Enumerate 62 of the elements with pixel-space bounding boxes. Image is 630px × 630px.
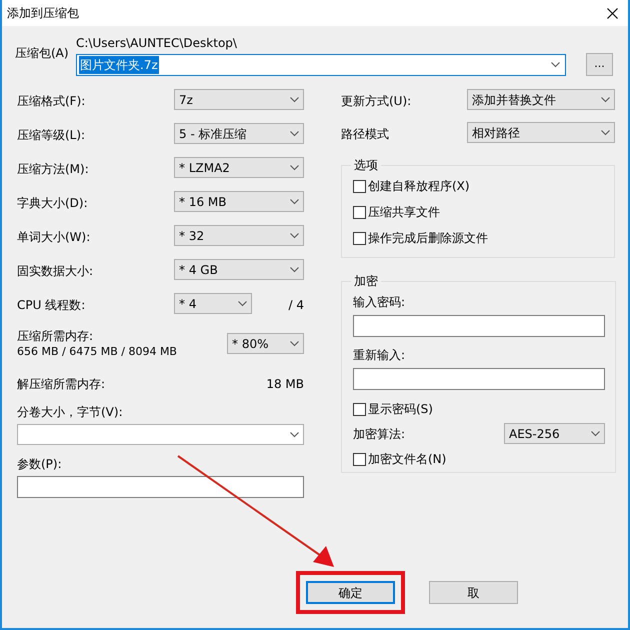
memory-usage: 656 MB / 6475 MB / 8094 MB — [17, 344, 177, 359]
dialog-button[interactable]: 确定 — [306, 581, 395, 604]
setting-label: CPU 线程数: — [17, 297, 86, 314]
dropdown[interactable]: 添加并替换文件 — [467, 89, 615, 110]
parameters-label: 参数(P): — [17, 456, 63, 473]
dropdown[interactable] — [17, 424, 304, 445]
checkbox[interactable]: 创建自释放程序(X) — [353, 176, 614, 196]
archive-label: 压缩包(A) — [15, 45, 70, 62]
dropdown[interactable]: * 80% — [227, 333, 304, 354]
dropdown[interactable]: 5 - 标准压缩 — [174, 123, 304, 144]
memory-value: 18 MB — [266, 376, 304, 393]
dropdown[interactable]: * 4 — [174, 293, 252, 314]
chevron-down-icon — [290, 96, 299, 102]
group-title: 加密 — [353, 273, 379, 290]
chevron-down-icon — [238, 300, 247, 306]
chevron-down-icon — [601, 130, 610, 136]
parameters-field[interactable] — [17, 476, 304, 498]
chevron-down-icon — [290, 164, 299, 170]
reenter-label: 重新输入: — [353, 347, 406, 364]
dropdown[interactable]: * 4 GB — [174, 259, 304, 280]
chevron-down-icon — [290, 266, 299, 272]
browse-button[interactable]: ... — [586, 53, 613, 76]
setting-label: 压缩等级(L): — [17, 127, 86, 144]
chevron-down-icon — [290, 340, 299, 346]
window-title: 添加到压缩包 — [7, 5, 79, 22]
setting-label: 更新方式(U): — [341, 93, 412, 110]
archive-path: C:\Users\AUNTEC\Desktop\ — [76, 35, 238, 52]
setting-label: 压缩方法(M): — [17, 161, 89, 178]
checkbox[interactable]: 显示密码(S) — [353, 399, 605, 419]
close-icon[interactable] — [607, 8, 618, 18]
dropdown[interactable]: AES-256 — [504, 423, 605, 444]
chevron-down-icon — [551, 62, 560, 68]
setting-label: 压缩所需内存: — [17, 329, 94, 344]
chevron-down-icon — [290, 130, 299, 136]
checkbox[interactable]: 加密文件名(N) — [353, 449, 605, 469]
password-field[interactable] — [353, 315, 605, 337]
chevron-down-icon — [290, 232, 299, 238]
setting-label: 解压缩所需内存: — [17, 376, 106, 393]
chevron-down-icon — [591, 430, 600, 436]
dropdown[interactable]: 7z — [174, 89, 304, 110]
dropdown[interactable]: * LZMA2 — [174, 157, 304, 178]
chevron-down-icon — [290, 432, 299, 438]
setting-label: 路径模式 — [341, 126, 389, 143]
checkbox[interactable]: 压缩共享文件 — [353, 202, 614, 222]
dropdown[interactable]: 相对路径 — [467, 122, 615, 143]
group-title: 选项 — [353, 157, 379, 174]
setting-label: 单词大小(W): — [17, 229, 90, 246]
encryption-method-label: 加密算法: — [353, 426, 406, 442]
setting-label: 字典大小(D): — [17, 195, 88, 212]
archive-name-field[interactable]: 图片文件夹.7z — [76, 54, 566, 76]
dropdown[interactable]: * 32 — [174, 225, 304, 246]
password-label: 输入密码: — [353, 294, 406, 311]
setting-label: 压缩格式(F): — [17, 93, 86, 110]
chevron-down-icon — [290, 198, 299, 204]
chevron-down-icon — [601, 96, 610, 102]
dialog-button[interactable]: 取 — [429, 581, 518, 604]
reenter-password-field[interactable] — [353, 368, 605, 390]
thread-count: / 4 — [288, 297, 304, 314]
checkbox[interactable]: 操作完成后删除源文件 — [353, 228, 614, 248]
volume-label: 分卷大小，字节(V): — [17, 404, 124, 421]
setting-label: 固实数据大小: — [17, 263, 94, 280]
dropdown[interactable]: * 16 MB — [174, 191, 304, 212]
